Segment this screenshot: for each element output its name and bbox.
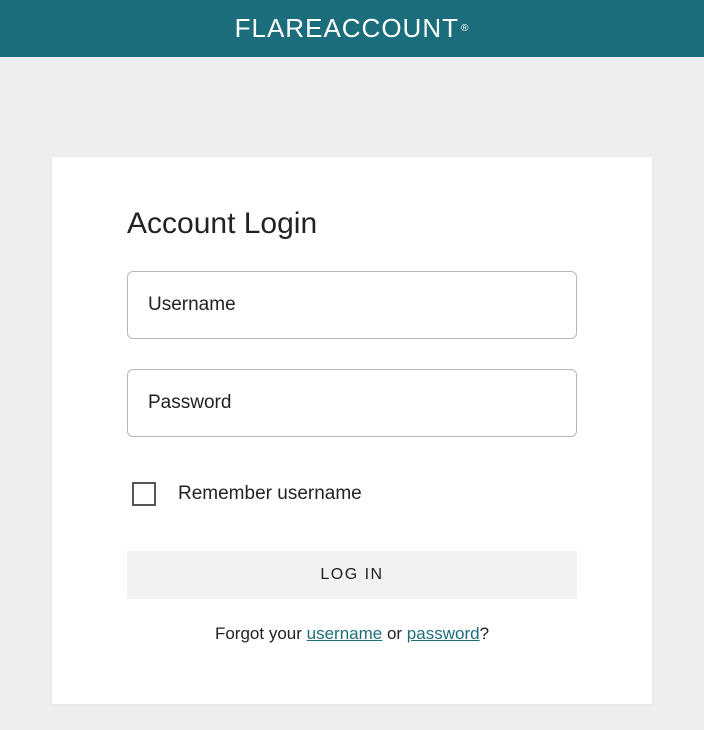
page-title: Account Login (127, 207, 577, 241)
forgot-suffix: ? (480, 624, 489, 643)
forgot-prefix: Forgot your (215, 624, 307, 643)
header: FLAREACCOUNT® (0, 0, 704, 57)
forgot-or: or (382, 624, 407, 643)
logo: FLAREACCOUNT® (235, 13, 470, 44)
password-input[interactable] (127, 369, 577, 437)
forgot-password-link[interactable]: password (407, 624, 480, 643)
login-button[interactable]: LOG IN (127, 551, 577, 599)
login-card: Account Login Remember username LOG IN F… (52, 157, 652, 704)
logo-registered-icon: ® (461, 23, 469, 34)
logo-flare-text: FLARE (235, 13, 324, 44)
username-input[interactable] (127, 271, 577, 339)
remember-row: Remember username (127, 482, 577, 506)
logo-account-text: ACCOUNT (323, 13, 459, 44)
remember-checkbox[interactable] (132, 482, 156, 506)
remember-label: Remember username (178, 483, 362, 505)
forgot-username-link[interactable]: username (307, 624, 383, 643)
forgot-row: Forgot your username or password? (127, 624, 577, 644)
